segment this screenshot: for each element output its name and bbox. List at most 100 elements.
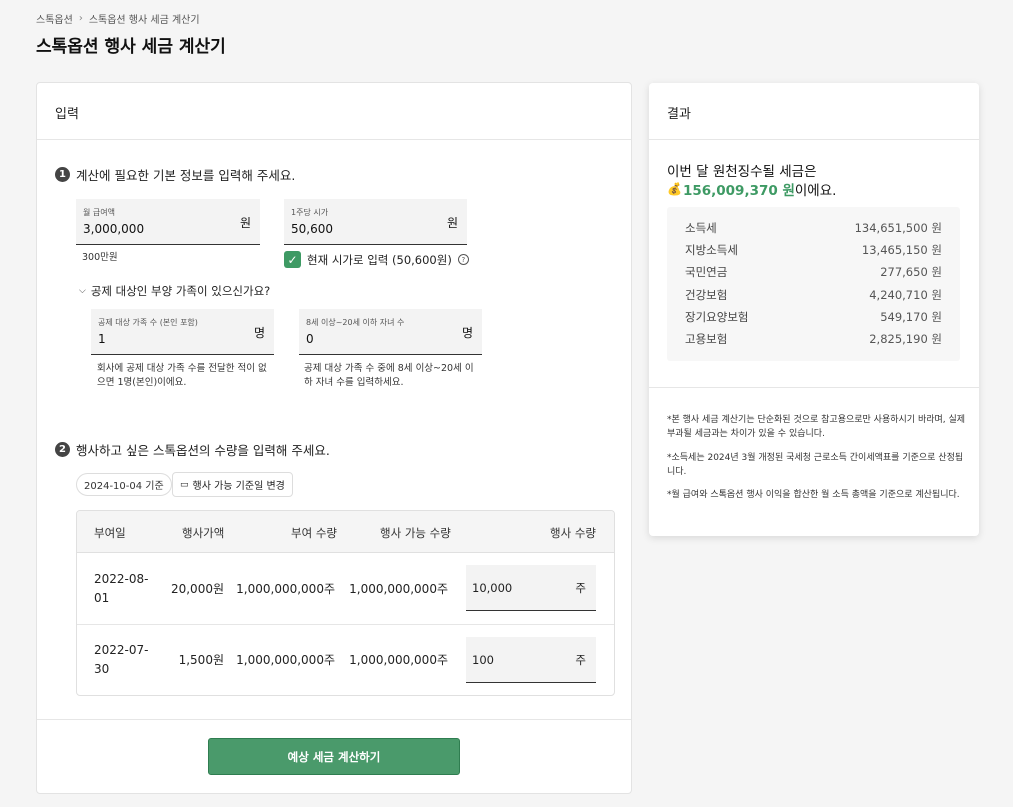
stock-option-table: 부여일 행사가액 부여 수량 행사 가능 수량 행사 수량 2022-08- 0… — [76, 510, 615, 696]
breakdown-value: 277,650 원 — [880, 265, 942, 280]
th-exercise-qty: 행사 수량 — [550, 526, 596, 540]
input-card: 입력 1 계산에 필요한 기본 정보를 입력해 주세요. 월 급여액 3,000… — [36, 82, 632, 794]
granted-qty: 1,000,000,000주 — [236, 653, 335, 667]
tax-breakdown: 소득세 134,651,500 원 지방소득세 13,465,150 원 국민연금 2… — [667, 207, 960, 361]
step-2-text: 행사하고 싶은 스톡옵션의 수량을 입력해 주세요. — [76, 443, 330, 458]
exercise-qty-input[interactable]: 10,000 주 — [466, 565, 596, 611]
dependents-toggle[interactable]: ⌵ 공제 대상인 부양 가족이 있으신가요? — [79, 283, 270, 299]
grant-date-line2: 30 — [94, 662, 110, 676]
base-date-chip: 2024-10-04 기준 — [76, 473, 172, 496]
breakdown-value: 4,240,710 원 — [869, 287, 942, 302]
exercise-qty-value[interactable]: 10,000 — [472, 581, 512, 595]
family-count-field[interactable]: 공제 대상 가족 수 (본인 포함) 1 명 — [91, 309, 274, 355]
current-price-checkbox-row[interactable]: ✓ 현재 시가로 입력 (50,600원) ? — [284, 251, 469, 268]
children-count-value[interactable]: 0 — [306, 332, 314, 346]
breakdown-value: 2,825,190 원 — [869, 332, 942, 347]
divider — [37, 719, 631, 720]
change-date-label: 행사 가능 기준일 변경 — [192, 481, 285, 492]
th-available-qty: 행사 가능 수량 — [380, 526, 451, 540]
breadcrumb-current: 스톡옵션 행사 세금 계산기 — [88, 15, 200, 26]
calculate-button[interactable]: 예상 세금 계산하기 — [208, 738, 460, 775]
chevron-right-icon: › — [78, 13, 83, 24]
page-title: 스톡옵션 행사 세금 계산기 — [36, 37, 226, 57]
grant-date: 2022-08- 01 — [94, 570, 148, 608]
exercise-qty-input[interactable]: 100 주 — [466, 637, 596, 683]
th-exercise-price: 행사가액 — [182, 526, 225, 540]
salary-value[interactable]: 3,000,000 — [83, 222, 144, 236]
disclaimer-note: *소득세는 2024년 3월 개정된 국세청 근로소득 간이세액표를 기준으로 … — [667, 453, 964, 477]
price-unit: 원 — [446, 216, 458, 230]
breakdown-value: 134,651,500 원 — [854, 221, 942, 236]
breakdown-label: 장기요양보험 — [685, 309, 749, 324]
breakdown-label: 지방소득세 — [685, 243, 738, 258]
input-card-header: 입력 — [37, 83, 631, 140]
breakdown-label: 국민연금 — [685, 265, 728, 280]
table-row: 2022-07- 30 1,500원 1,000,000,000주 1,000,… — [77, 625, 614, 695]
th-granted-qty: 부여 수량 — [291, 526, 337, 540]
granted-qty: 1,000,000,000주 — [236, 582, 335, 596]
disclaimer-note: *본 행사 세금 계산기는 단순화된 것으로 참고용으로만 사용하시기 바라며,… — [667, 415, 966, 439]
price-label: 1주당 시가 — [291, 208, 329, 217]
breakdown-label: 소득세 — [685, 221, 717, 236]
salary-unit: 원 — [239, 216, 251, 230]
change-date-button[interactable]: ▭ 행사 가능 기준일 변경 — [172, 472, 293, 497]
step-2: 2 행사하고 싶은 스톡옵션의 수량을 입력해 주세요. — [55, 440, 330, 459]
th-grant-date: 부여일 — [94, 526, 126, 540]
children-count-field[interactable]: 8세 이상~20세 이하 자녀 수 0 명 — [299, 309, 482, 355]
table-row: 2022-08- 01 20,000원 1,000,000,000주 1,000… — [77, 553, 614, 625]
table-header: 부여일 행사가액 부여 수량 행사 가능 수량 행사 수량 — [77, 511, 614, 553]
available-qty: 1,000,000,000주 — [349, 653, 448, 667]
result-amount: 156,009,370 원 — [682, 183, 795, 199]
step-number: 1 — [55, 167, 70, 182]
family-count-hint: 회사에 공제 대상 가족 수를 전달한 적이 없으면 1명(본인)이에요. — [97, 363, 267, 388]
breakdown-row: 건강보험 4,240,710 원 — [685, 284, 942, 306]
breakdown-row: 지방소득세 13,465,150 원 — [685, 239, 942, 261]
breakdown-row: 장기요양보험 549,170 원 — [685, 306, 942, 328]
current-price-label: 현재 시가로 입력 (50,600원) — [307, 252, 452, 267]
breadcrumb-parent[interactable]: 스톡옵션 — [36, 11, 73, 26]
salary-field[interactable]: 월 급여액 3,000,000 원 — [76, 199, 260, 245]
result-card: 결과 이번 달 원천징수될 세금은 💰 156,009,370 원 이에요. 소… — [649, 83, 979, 536]
breakdown-row: 고용보험 2,825,190 원 — [685, 328, 942, 350]
breakdown-label: 고용보험 — [685, 332, 728, 347]
money-bag-icon: 💰 — [667, 182, 682, 196]
calendar-icon: ▭ — [180, 479, 189, 490]
price-value[interactable]: 50,600 — [291, 222, 333, 236]
salary-hint: 300만원 — [82, 252, 118, 263]
step-1: 1 계산에 필요한 기본 정보를 입력해 주세요. — [55, 165, 295, 184]
breadcrumb: 스톡옵션 › 스톡옵션 행사 세금 계산기 — [36, 11, 200, 26]
available-qty: 1,000,000,000주 — [349, 582, 448, 596]
result-intro: 이번 달 원천징수될 세금은 — [667, 164, 817, 180]
grant-date: 2022-07- 30 — [94, 641, 148, 679]
price-field[interactable]: 1주당 시가 50,600 원 — [284, 199, 467, 245]
breakdown-value: 13,465,150 원 — [861, 243, 942, 258]
family-count-unit: 명 — [253, 326, 265, 340]
result-card-header: 결과 — [649, 83, 979, 140]
exercise-qty-unit: 주 — [575, 653, 586, 667]
help-icon[interactable]: ? — [457, 254, 469, 265]
exercise-qty-value[interactable]: 100 — [472, 653, 494, 667]
children-count-unit: 명 — [461, 326, 473, 340]
children-count-hint: 공제 대상 가족 수 중에 8세 이상~20세 이하 자녀 수를 입력하세요. — [304, 363, 474, 388]
step-number: 2 — [55, 442, 70, 457]
breakdown-label: 건강보험 — [685, 287, 728, 302]
grant-date-line1: 2022-08- — [94, 572, 149, 586]
disclaimer-note: *월 급여와 스톡옵션 행사 이익을 합산한 월 소득 총액을 기준으로 계산됩… — [667, 490, 960, 500]
exercise-qty-unit: 주 — [575, 581, 586, 595]
salary-label: 월 급여액 — [83, 208, 115, 217]
chevron-down-icon: ⌵ — [79, 286, 86, 296]
family-count-label: 공제 대상 가족 수 (본인 포함) — [98, 318, 198, 327]
step-1-text: 계산에 필요한 기본 정보를 입력해 주세요. — [76, 168, 296, 183]
grant-date-line2: 01 — [94, 591, 110, 605]
checkbox-checked-icon[interactable]: ✓ — [284, 251, 301, 268]
children-count-label: 8세 이상~20세 이하 자녀 수 — [306, 318, 405, 327]
result-suffix: 이에요. — [794, 183, 837, 199]
divider — [649, 387, 979, 388]
breakdown-row: 소득세 134,651,500 원 — [685, 217, 942, 239]
exercise-price: 20,000원 — [170, 582, 224, 596]
result-amount-line: 💰 156,009,370 원 이에요. — [667, 179, 836, 199]
breakdown-value: 549,170 원 — [880, 309, 942, 324]
dependents-toggle-label: 공제 대상인 부양 가족이 있으신가요? — [90, 284, 271, 298]
breakdown-row: 국민연금 277,650 원 — [685, 261, 942, 283]
family-count-value[interactable]: 1 — [98, 332, 106, 346]
